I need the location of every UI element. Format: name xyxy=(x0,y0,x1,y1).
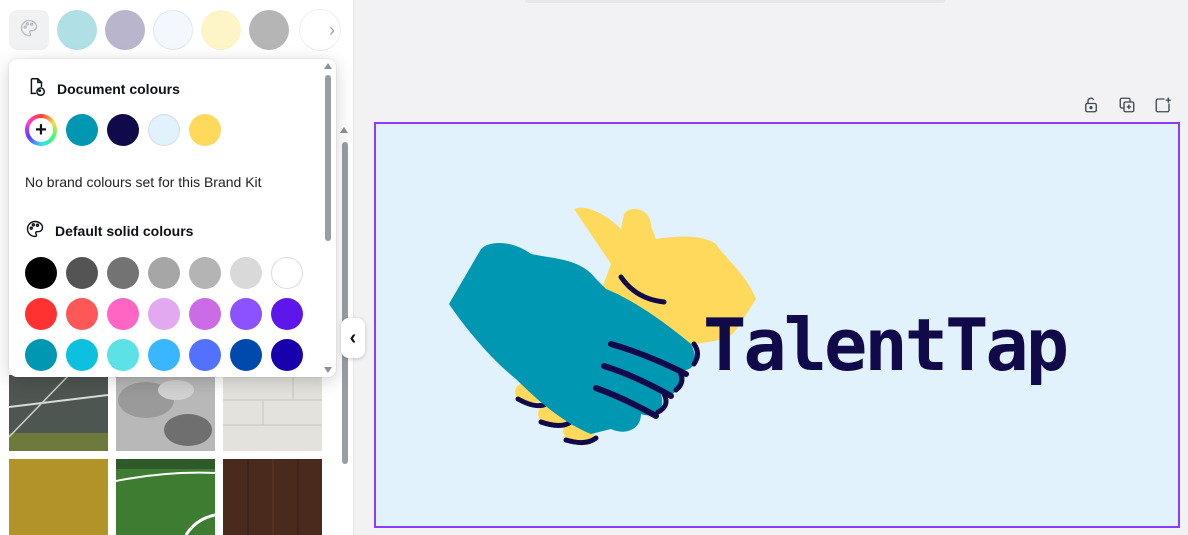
texture-thumbnail[interactable] xyxy=(116,459,215,535)
popup-scroll-thumb[interactable] xyxy=(325,75,331,241)
texture-thumbnail[interactable] xyxy=(9,375,108,451)
default-colour-swatch[interactable] xyxy=(148,257,180,289)
chevron-right-icon: › xyxy=(329,20,335,40)
palette-icon xyxy=(19,18,39,43)
scroll-down-arrow-icon[interactable] xyxy=(324,367,332,373)
default-colour-swatch[interactable] xyxy=(148,339,180,371)
default-colour-swatch[interactable] xyxy=(271,339,303,371)
default-colour-swatch[interactable] xyxy=(25,339,57,371)
document-colours-header: Document colours xyxy=(25,76,180,101)
texture-thumbnail[interactable] xyxy=(116,375,215,451)
toolbar-edge xyxy=(525,0,945,3)
lock-icon xyxy=(1082,96,1100,119)
quick-swatch[interactable] xyxy=(153,10,193,50)
default-colour-swatch[interactable] xyxy=(66,257,98,289)
default-colour-swatch[interactable] xyxy=(148,298,180,330)
default-colours-header: Default solid colours xyxy=(25,219,193,242)
quick-swatch[interactable] xyxy=(249,10,289,50)
quick-colours-row: › xyxy=(0,0,353,60)
default-colour-swatch[interactable] xyxy=(107,339,139,371)
colour-picker-popup: Document colours + No brand colours set … xyxy=(9,59,336,377)
add-page-button[interactable] xyxy=(1152,96,1174,118)
document-colour-swatch[interactable] xyxy=(189,114,221,146)
quick-swatch[interactable] xyxy=(201,10,241,50)
default-colour-swatch[interactable] xyxy=(107,257,139,289)
default-colour-swatch[interactable] xyxy=(189,339,221,371)
texture-thumbnail[interactable] xyxy=(9,459,108,535)
chevron-left-icon: ‹ xyxy=(349,327,357,349)
default-colour-swatch[interactable] xyxy=(25,298,57,330)
default-colour-swatch[interactable] xyxy=(271,257,303,289)
quick-swatch[interactable] xyxy=(57,10,97,50)
add-page-icon xyxy=(1154,96,1172,119)
scroll-up-arrow-icon[interactable] xyxy=(340,127,348,133)
default-colour-swatch[interactable] xyxy=(230,339,262,371)
default-colour-swatch[interactable] xyxy=(230,257,262,289)
document-colour-swatch[interactable] xyxy=(66,114,98,146)
default-colour-swatch[interactable] xyxy=(271,298,303,330)
design-canvas[interactable]: TalentTap xyxy=(374,122,1180,528)
default-colour-swatch[interactable] xyxy=(189,298,221,330)
default-colour-swatch[interactable] xyxy=(107,298,139,330)
palette-icon xyxy=(25,219,45,242)
brand-name-text[interactable]: TalentTap xyxy=(703,309,1069,381)
quick-swatch[interactable] xyxy=(105,10,145,50)
document-colour-swatch[interactable] xyxy=(107,114,139,146)
texture-thumbnail[interactable] xyxy=(223,459,322,535)
panel-scroll-thumb[interactable] xyxy=(342,142,348,464)
more-colours-button[interactable]: › xyxy=(300,10,340,50)
default-colour-swatch[interactable] xyxy=(66,298,98,330)
default-colour-swatch[interactable] xyxy=(230,298,262,330)
duplicate-page-button[interactable] xyxy=(1116,96,1138,118)
default-colour-swatch[interactable] xyxy=(189,257,221,289)
default-colour-swatch[interactable] xyxy=(25,257,57,289)
document-colour-swatch[interactable] xyxy=(148,114,180,146)
default-colours-title: Default solid colours xyxy=(55,222,194,239)
lock-button[interactable] xyxy=(1080,96,1102,118)
plus-icon: + xyxy=(35,119,47,141)
document-colours-icon xyxy=(25,76,47,101)
duplicate-icon xyxy=(1118,96,1136,119)
document-colours-title: Document colours xyxy=(57,80,180,97)
default-colour-swatch[interactable] xyxy=(66,339,98,371)
scroll-up-arrow-icon[interactable] xyxy=(324,63,332,69)
palette-button[interactable] xyxy=(9,10,49,50)
texture-thumbnail[interactable] xyxy=(223,375,322,451)
collapse-panel-button[interactable]: ‹ xyxy=(341,318,365,358)
no-brand-colours-message: No brand colours set for this Brand Kit xyxy=(25,174,262,190)
add-colour-button[interactable]: + xyxy=(25,114,57,146)
